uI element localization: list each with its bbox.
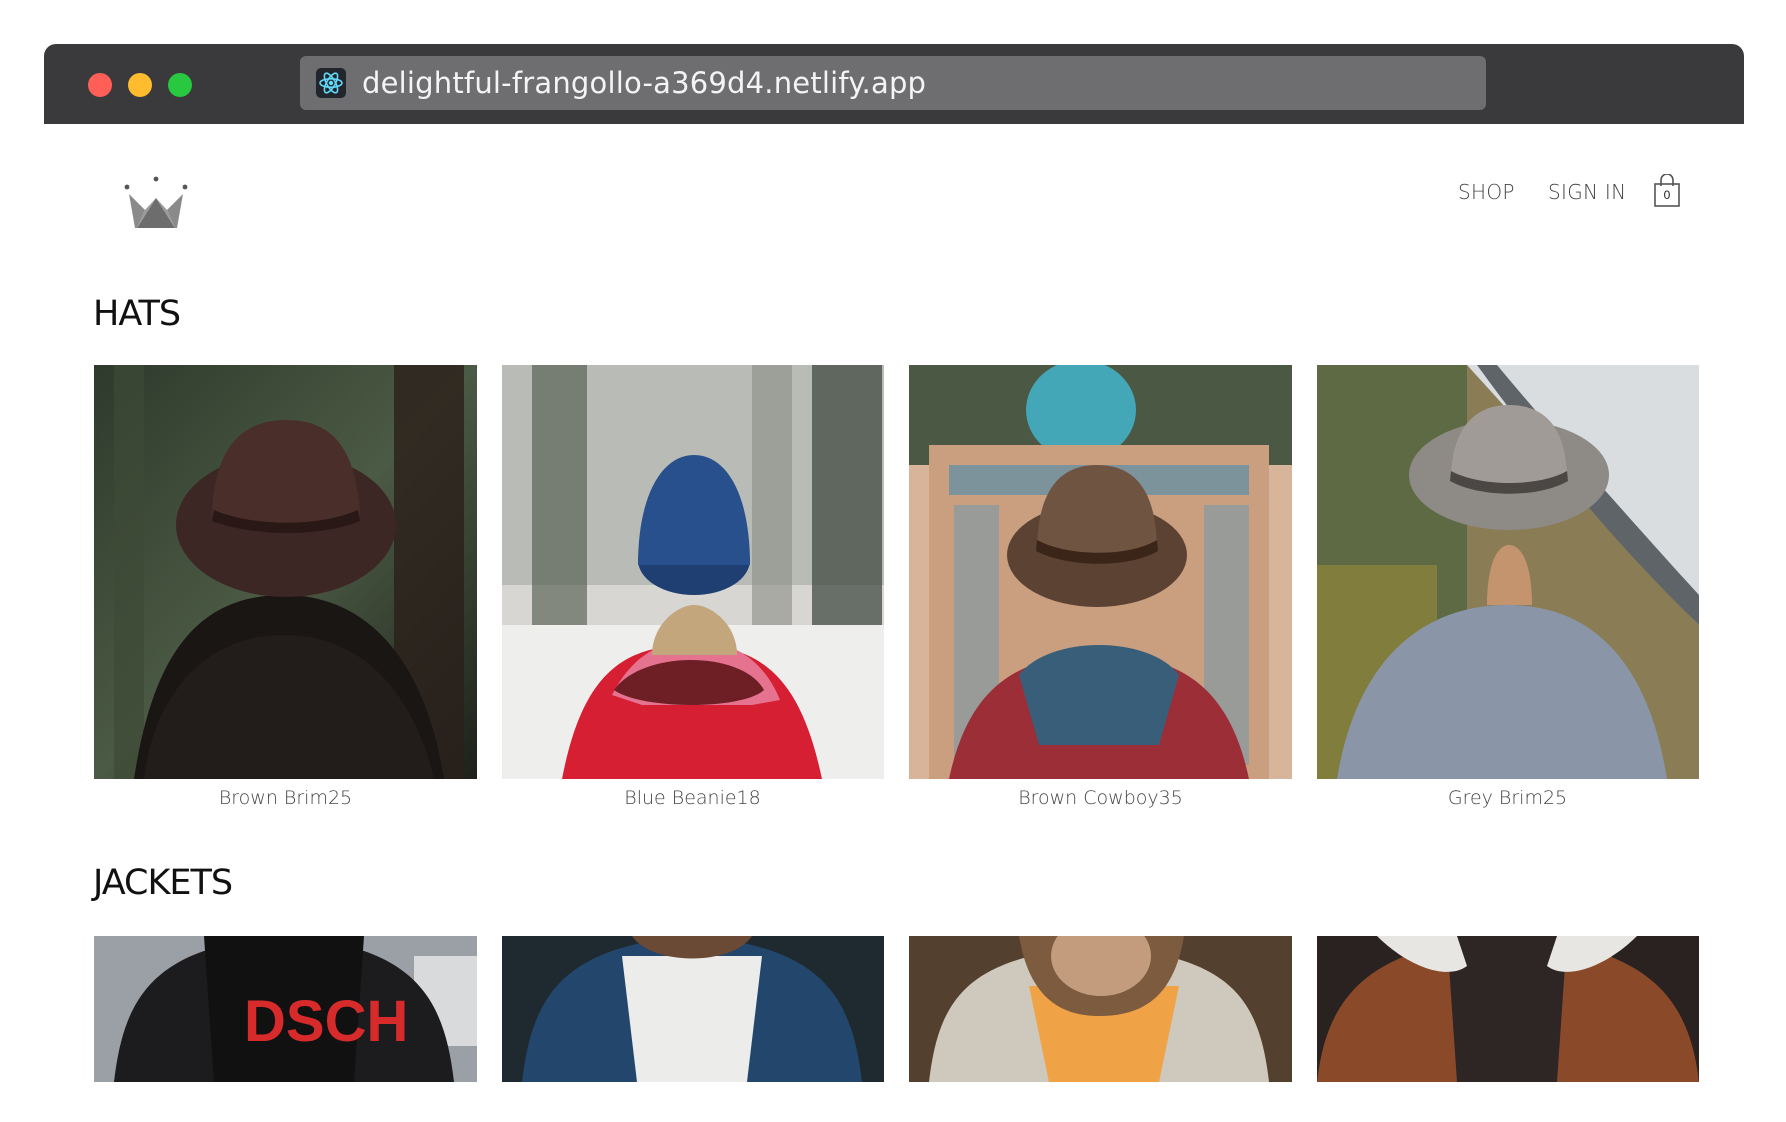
section-title-hats[interactable]: HATS <box>93 294 181 334</box>
hat-name-brown-cowboy: Brown Cowboy35 <box>1018 787 1183 809</box>
brown-cowboy-photo <box>909 365 1292 779</box>
cart-count: 0 <box>1663 188 1671 202</box>
crown-icon <box>124 176 188 228</box>
nav-sign-in-link[interactable]: SIGN IN <box>1548 180 1626 204</box>
react-icon <box>316 68 346 98</box>
hat-item-brown-brim[interactable] <box>94 365 477 779</box>
address-bar[interactable]: delightful-frangollo-a369d4.netlify.app <box>300 56 1486 110</box>
section-title-jackets[interactable]: JACKETS <box>93 863 233 903</box>
jacket-item-4[interactable] <box>1317 936 1699 1082</box>
brown-shearling-jacket-photo <box>1317 936 1699 1082</box>
black-denim-jacket-photo: DSCH <box>94 936 477 1082</box>
brown-brim-photo <box>94 365 477 779</box>
browser-toolbar: delightful-frangollo-a369d4.netlify.app <box>44 44 1744 124</box>
svg-text:DSCH: DSCH <box>244 989 408 1054</box>
grey-brim-photo <box>1317 365 1699 779</box>
jacket-item-1[interactable]: DSCH <box>94 936 477 1082</box>
hat-item-grey-brim[interactable] <box>1317 365 1699 779</box>
hat-name-grey-brim: Grey Brim25 <box>1447 787 1568 809</box>
hat-name-brown-brim: Brown Brim25 <box>218 787 353 809</box>
blue-beanie-photo <box>502 365 884 779</box>
hat-name-blue-beanie: Blue Beanie18 <box>624 787 761 809</box>
nav-shop-link[interactable]: SHOP <box>1458 180 1515 204</box>
blue-denim-jacket-photo <box>502 936 884 1082</box>
light-denim-jacket-photo <box>909 936 1292 1082</box>
minimize-window-button[interactable] <box>128 73 152 97</box>
crown-logo-link[interactable] <box>123 176 189 230</box>
maximize-window-button[interactable] <box>168 73 192 97</box>
jacket-item-3[interactable] <box>909 936 1292 1082</box>
cart-button[interactable]: 0 <box>1653 173 1681 208</box>
jacket-item-2[interactable] <box>502 936 884 1082</box>
url-text: delightful-frangollo-a369d4.netlify.app <box>362 66 927 100</box>
hat-item-brown-cowboy[interactable] <box>909 365 1292 779</box>
close-window-button[interactable] <box>88 73 112 97</box>
hat-item-blue-beanie[interactable] <box>502 365 884 779</box>
